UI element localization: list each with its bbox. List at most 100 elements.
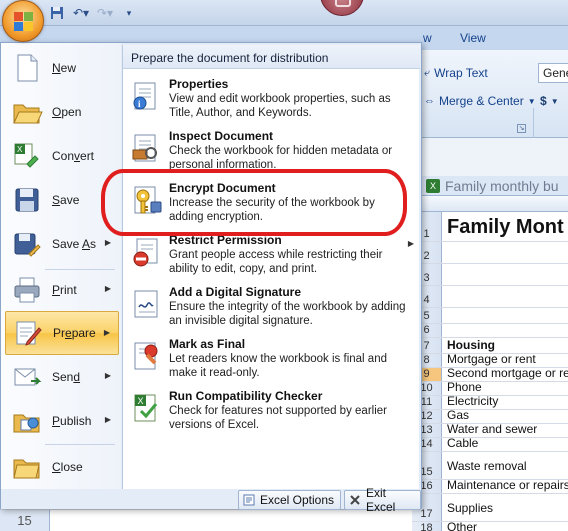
close-icon — [349, 494, 361, 506]
save-icon — [11, 184, 43, 216]
options-icon — [243, 494, 255, 506]
row-number[interactable]: 15 — [0, 510, 50, 531]
table-row[interactable]: 15 Waste removal — [412, 452, 568, 480]
title-bar: ↶▾ ↷▾ ▾ — [0, 0, 568, 26]
cell-label: Water and sewer — [447, 422, 538, 436]
chevron-right-icon: ▶ — [407, 239, 414, 248]
menu-item-close[interactable]: Close — [5, 445, 119, 489]
submenu-item-inspect-document[interactable]: Inspect Document Check the workbook for … — [127, 125, 416, 177]
submenu-item-add-digital-signature[interactable]: Add a Digital Signature Ensure the integ… — [127, 281, 416, 333]
send-icon — [11, 361, 43, 393]
table-row[interactable]: 5 — [412, 308, 568, 324]
row-number[interactable]: 18 — [412, 522, 442, 531]
customize-toolbar-icon[interactable]: ▾ — [120, 4, 138, 22]
svg-text:X: X — [138, 396, 144, 406]
submenu-item-title: Encrypt Document — [169, 181, 276, 195]
chevron-down-icon: ▼ — [550, 96, 559, 106]
table-row[interactable]: 16 Maintenance or repairs — [412, 478, 568, 494]
submenu-item-description: Let readers know the workbook is final a… — [169, 353, 387, 379]
currency-button[interactable]: $ ▼ — [540, 94, 559, 108]
submenu-item-encrypt-document[interactable]: Encrypt Document Increase the security o… — [127, 177, 416, 229]
prepare-icon — [12, 317, 44, 349]
menu-item-save[interactable]: Save — [5, 178, 119, 222]
chevron-right-icon: ▶ — [103, 328, 110, 337]
publish-icon — [11, 405, 43, 437]
digital-signature-icon — [129, 287, 163, 321]
table-row[interactable]: 14 Cable — [412, 436, 568, 452]
office-menu-commands: New Open X Convert Save Save As ▶ Print … — [1, 43, 121, 489]
prepare-submenu: Prepare the document for distribution i … — [122, 45, 420, 489]
cell-label: Gas — [447, 408, 470, 422]
submenu-item-description: View and edit workbook properties, such … — [169, 93, 391, 119]
table-row[interactable]: 9 Second mortgage or rent — [412, 366, 568, 382]
menu-item-new[interactable]: New — [5, 46, 119, 90]
section-heading: Housing — [447, 338, 495, 352]
chevron-down-icon: ▼ — [527, 96, 536, 106]
office-logo-icon — [14, 12, 34, 32]
table-row[interactable]: 11 Electricity — [412, 394, 568, 410]
submenu-item-title: Mark as Final — [169, 337, 246, 351]
table-row[interactable]: 18 Other — [412, 520, 568, 531]
exit-excel-button[interactable]: Exit Excel — [344, 486, 421, 514]
merge-center-button[interactable]: ⇔ Merge & Center ▼ — [424, 94, 536, 108]
close-icon — [11, 451, 43, 483]
table-row[interactable]: 1 Family Mont — [412, 212, 568, 242]
cell-label: Maintenance or repairs — [447, 478, 568, 492]
camera-app-icon — [320, 0, 364, 16]
table-row[interactable]: 17 Supplies — [412, 494, 568, 522]
wrap-text-button[interactable]: ⤶ Wrap Text — [424, 66, 488, 80]
submenu-item-restrict-permission[interactable]: Restrict Permission Grant people access … — [127, 229, 416, 281]
table-row[interactable]: 2 — [412, 242, 568, 264]
number-format-select[interactable]: Gene — [538, 63, 568, 83]
mark-as-final-icon — [129, 339, 163, 373]
office-button[interactable] — [2, 0, 44, 42]
submenu-item-description: Check for features not supported by earl… — [169, 405, 387, 431]
redo-icon[interactable]: ↷▾ — [96, 4, 114, 22]
submenu-item-description: Check the workbook for hidden metadata o… — [169, 145, 393, 171]
alignment-dialog-launcher-icon[interactable]: ↘ — [517, 124, 526, 133]
submenu-item-description: Grant people access while restricting th… — [169, 249, 383, 275]
table-row[interactable]: 6 — [412, 324, 568, 338]
formula-bar[interactable] — [412, 138, 568, 178]
cell-label: Mortgage or rent — [447, 352, 536, 366]
office-menu-footer: Excel Options Exit Excel — [1, 486, 421, 514]
table-row[interactable]: 13 Water and sewer — [412, 422, 568, 438]
save-as-icon — [11, 228, 43, 260]
menu-item-open[interactable]: Open — [5, 90, 119, 134]
menu-item-convert[interactable]: X Convert — [5, 134, 119, 178]
cell-label: Phone — [447, 380, 482, 394]
submenu-item-mark-as-final[interactable]: Mark as Final Let readers know the workb… — [127, 333, 416, 385]
table-row[interactable]: 3 — [412, 264, 568, 286]
menu-item-publish[interactable]: Publish ▶ — [5, 399, 119, 443]
undo-icon[interactable]: ↶▾ — [72, 4, 90, 22]
merge-center-icon: ⇔ — [424, 95, 435, 107]
submenu-item-title: Add a Digital Signature — [169, 285, 302, 299]
menu-item-save-as[interactable]: Save As ▶ — [5, 222, 119, 266]
tab-review[interactable]: w — [423, 31, 432, 45]
submenu-item-description: Increase the security of the workbook by… — [169, 197, 375, 223]
cell-label: Supplies — [447, 500, 494, 515]
convert-icon: X — [11, 140, 43, 172]
column-header[interactable] — [412, 196, 568, 212]
chevron-right-icon: ▶ — [104, 238, 111, 247]
submenu-item-run-compatibility-checker[interactable]: X Run Compatibility Checker Check for fe… — [127, 385, 416, 437]
compatibility-checker-icon: X — [129, 391, 163, 425]
restrict-permission-icon — [129, 235, 163, 269]
properties-icon: i — [129, 79, 163, 113]
quick-access-toolbar: ↶▾ ↷▾ ▾ — [48, 4, 138, 22]
chevron-right-icon: ▶ — [104, 415, 111, 424]
new-document-icon — [11, 52, 43, 84]
tab-view[interactable]: View — [460, 31, 486, 45]
save-icon[interactable] — [48, 4, 66, 22]
submenu-item-title: Inspect Document — [169, 129, 274, 143]
menu-item-prepare[interactable]: Prepare ▶ — [5, 311, 119, 355]
submenu-item-title: Properties — [169, 77, 229, 91]
background-sheet-strip: 15 — [0, 509, 412, 531]
menu-item-send[interactable]: Send ▶ — [5, 355, 119, 399]
worksheet-grid[interactable]: 1 Family Mont 2 3 4 5 6 7 Housing 8 Mort… — [412, 196, 568, 531]
menu-item-print[interactable]: Print ▶ — [5, 268, 119, 312]
table-row[interactable]: 4 — [412, 286, 568, 308]
submenu-item-properties[interactable]: i Properties View and edit workbook prop… — [127, 73, 416, 125]
excel-options-button[interactable]: Excel Options — [238, 490, 342, 510]
submenu-item-title: Restrict Permission — [169, 233, 282, 247]
